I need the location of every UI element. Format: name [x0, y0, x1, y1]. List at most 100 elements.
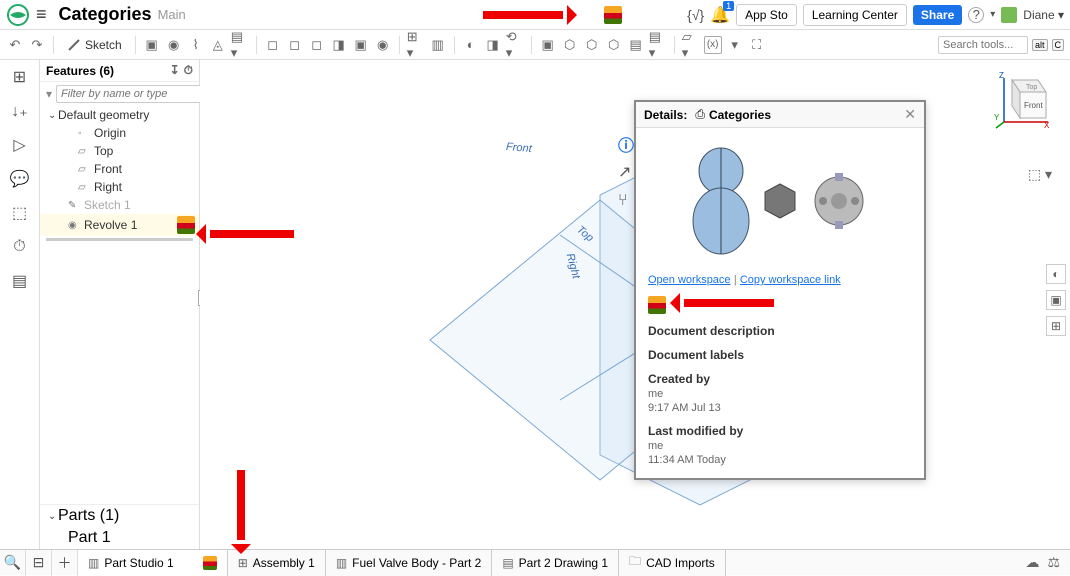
svg-text:Top: Top — [1026, 84, 1037, 91]
details-preview — [648, 136, 912, 266]
side-tool-3-icon[interactable]: ⊞ — [1046, 316, 1066, 336]
side-tool-2-icon[interactable]: ▣ — [1046, 290, 1066, 310]
tab-fuel-valve[interactable]: ▥ Fuel Valve Body - Part 2 — [326, 550, 493, 576]
variable-icon[interactable]: (x) — [704, 36, 722, 54]
measure-icon[interactable]: ⚖ — [1047, 554, 1060, 571]
comment-icon[interactable]: 💬 — [9, 168, 31, 190]
timer-icon[interactable]: ⏱ — [9, 236, 31, 258]
suppress-icon[interactable]: ⏱ — [184, 63, 193, 78]
redo-icon[interactable]: ↷ — [28, 36, 46, 54]
branch-icon[interactable]: ⑂ — [618, 192, 634, 208]
view-cube-dropdown-icon[interactable]: ⬚ ▾ — [1028, 166, 1052, 183]
close-icon[interactable]: ✕ — [904, 106, 916, 123]
delete-face-icon[interactable]: ▣ — [539, 36, 557, 54]
tab-thumbnail-icon — [203, 556, 217, 570]
transform-icon[interactable]: ⟲ ▾ — [506, 36, 524, 54]
select-icon[interactable]: ▷ — [9, 134, 31, 156]
move-face-icon[interactable]: ⬡ — [583, 36, 601, 54]
learning-center-button[interactable]: Learning Center — [803, 4, 907, 26]
loft-icon[interactable]: ◬ — [209, 36, 227, 54]
plane-icon: ▱ — [78, 164, 92, 175]
side-tool-1-icon[interactable]: ◐ — [1046, 264, 1066, 284]
revolve1-node[interactable]: ◉ Revolve 1 — [40, 214, 199, 236]
add-tab-icon[interactable]: ＋ — [52, 550, 78, 576]
toolbar: ↶ ↷ Sketch ▣ ◉ ⌇ ◬ ▤ ▾ ◻ ◻ ◻ ◨ ▣ ◉ ⊞ ▾ ▥… — [0, 30, 1070, 60]
sweep-icon[interactable]: ⌇ — [187, 36, 205, 54]
doc-description-label: Document description — [648, 324, 912, 338]
sketch1-node[interactable]: ✎ Sketch 1 — [40, 196, 199, 214]
tab-drawing[interactable]: ▤ Part 2 Drawing 1 — [492, 550, 619, 576]
notifications-icon[interactable]: 🔔1 — [710, 5, 730, 25]
shell-icon[interactable]: ▣ — [352, 36, 370, 54]
versions-icon[interactable]: {√} — [687, 7, 704, 23]
rollback-bar[interactable] — [46, 238, 193, 241]
top-plane-node[interactable]: ▱ Top — [40, 142, 199, 160]
svg-text:Front: Front — [1024, 101, 1043, 110]
front-plane-node[interactable]: ▱ Front — [40, 160, 199, 178]
user-avatar-icon[interactable] — [1001, 7, 1017, 23]
open-workspace-link[interactable]: Open workspace — [648, 274, 731, 286]
tab-cad-imports[interactable]: 🗀 CAD Imports — [619, 550, 726, 576]
part1-node[interactable]: Part 1 — [40, 527, 199, 549]
tool-search-input[interactable] — [938, 36, 1028, 54]
revolve-icon[interactable]: ◉ — [165, 36, 183, 54]
tab-manager-icon[interactable]: ⊟ — [26, 550, 52, 576]
thicken-icon[interactable]: ▤ ▾ — [231, 36, 249, 54]
search-tabs-icon[interactable]: 🔍 — [0, 550, 26, 576]
view-cube[interactable]: Front Top Z X Y — [994, 72, 1052, 130]
info-icon[interactable]: ⓘ — [618, 132, 634, 148]
doc-labels-label: Document labels — [648, 348, 912, 362]
parts-header-node[interactable]: ⌄ Parts (1) — [40, 505, 199, 527]
doc-thumbnail-icon[interactable] — [604, 6, 622, 24]
rollback-icon[interactable]: ↧ — [170, 63, 180, 78]
menu-icon[interactable]: ≡ — [36, 4, 47, 25]
offset-surface-icon[interactable]: ▤ — [627, 36, 645, 54]
user-name[interactable]: Diane ▾ — [1023, 8, 1064, 22]
boolean-icon[interactable]: ◐ — [462, 36, 480, 54]
part-studio-icon: ▥ — [336, 556, 347, 570]
notification-badge: 1 — [723, 1, 734, 11]
plane-icon[interactable]: ▱ ▾ — [682, 36, 700, 54]
split-icon[interactable]: ◨ — [484, 36, 502, 54]
units-icon[interactable]: ☁ — [1025, 554, 1039, 571]
details-thumbnail-icon[interactable] — [648, 296, 666, 314]
mirror-icon[interactable]: ▥ — [429, 36, 447, 54]
replace-face-icon[interactable]: ⬡ — [605, 36, 623, 54]
mass-props-icon[interactable]: ⬚ — [9, 202, 31, 224]
draft-icon[interactable]: ◻ — [308, 36, 326, 54]
details-title-prefix: Details: — [644, 108, 687, 122]
help-icon[interactable]: ? — [968, 7, 984, 23]
feature-filter-input[interactable] — [56, 85, 209, 103]
modify-fillet-icon[interactable]: ⬡ — [561, 36, 579, 54]
plane-icon: ▱ — [78, 146, 92, 157]
share-link-icon[interactable]: ↗ — [618, 162, 634, 178]
fillet-icon[interactable]: ◻ — [264, 36, 282, 54]
modified-time-value: 11:34 AM Today — [648, 454, 912, 466]
default-geometry-node[interactable]: ⌄ Default geometry — [40, 106, 199, 124]
configure-icon[interactable]: ⊞ — [9, 66, 31, 88]
branch-name[interactable]: Main — [158, 7, 186, 22]
right-plane-node[interactable]: ▱ Right — [40, 178, 199, 196]
other-op-icon[interactable]: ▤ ▾ — [649, 36, 667, 54]
app-store-button[interactable]: App Sto — [736, 4, 797, 26]
share-button[interactable]: Share — [913, 5, 962, 25]
details-doc-icon: ⎙ — [695, 107, 705, 122]
app-logo-icon[interactable] — [6, 3, 30, 27]
sketch-button[interactable]: Sketch — [61, 36, 128, 54]
tab-part-studio[interactable]: ▥ Part Studio 1 — [78, 550, 228, 576]
view-selector-icon[interactable]: ⛶ — [748, 36, 766, 54]
origin-node[interactable]: ◦ Origin — [40, 124, 199, 142]
section-view-icon[interactable]: ▾ — [726, 36, 744, 54]
filter-icon[interactable]: ▾ — [46, 87, 52, 101]
undo-icon[interactable]: ↶ — [6, 36, 24, 54]
drawing-icon: ▤ — [502, 556, 513, 570]
details-doc-name: Categories — [709, 108, 771, 122]
chamfer-icon[interactable]: ◻ — [286, 36, 304, 54]
bom-icon[interactable]: ▤ — [9, 270, 31, 292]
rib-icon[interactable]: ◨ — [330, 36, 348, 54]
add-feature-icon[interactable]: ↓₊ — [9, 100, 31, 122]
hole-icon[interactable]: ◉ — [374, 36, 392, 54]
pattern-icon[interactable]: ⊞ ▾ — [407, 36, 425, 54]
extrude-icon[interactable]: ▣ — [143, 36, 161, 54]
copy-workspace-link[interactable]: Copy workspace link — [740, 274, 841, 286]
